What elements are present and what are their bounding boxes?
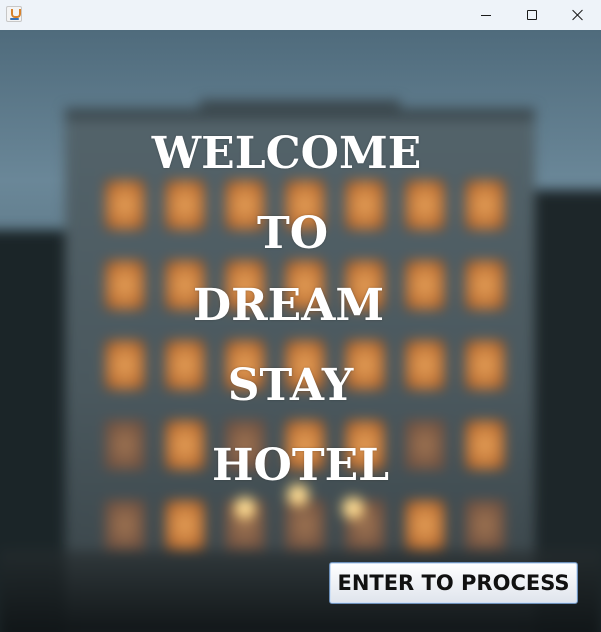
welcome-line-2: TO	[256, 208, 329, 259]
lit-window	[285, 500, 325, 550]
welcome-line-1: WELCOME	[151, 128, 422, 179]
lit-window	[105, 500, 145, 550]
lit-window	[165, 500, 205, 550]
maximize-icon	[527, 10, 537, 20]
close-icon	[572, 9, 584, 21]
minimize-icon	[481, 14, 491, 16]
app-window: WELCOME TO DREAM STAY HOTEL ENTER TO PRO…	[0, 0, 601, 632]
welcome-line-3: DREAM	[192, 280, 385, 331]
title-bar[interactable]	[0, 0, 601, 30]
welcome-line-5: HOTEL	[211, 440, 390, 491]
lit-window	[465, 500, 505, 550]
close-button[interactable]	[555, 0, 601, 30]
maximize-button[interactable]	[509, 0, 555, 30]
enter-to-process-button[interactable]: ENTER TO PROCESS	[329, 562, 578, 604]
background-image: WELCOME TO DREAM STAY HOTEL ENTER TO PRO…	[0, 30, 601, 632]
java-cup-icon[interactable]	[6, 6, 22, 22]
street-lamp-glow	[232, 495, 258, 521]
street-lamp-glow	[340, 495, 366, 521]
welcome-line-4: STAY	[227, 360, 354, 411]
hotel-photo	[0, 30, 601, 632]
minimize-button[interactable]	[463, 0, 509, 30]
lit-window	[405, 500, 445, 550]
